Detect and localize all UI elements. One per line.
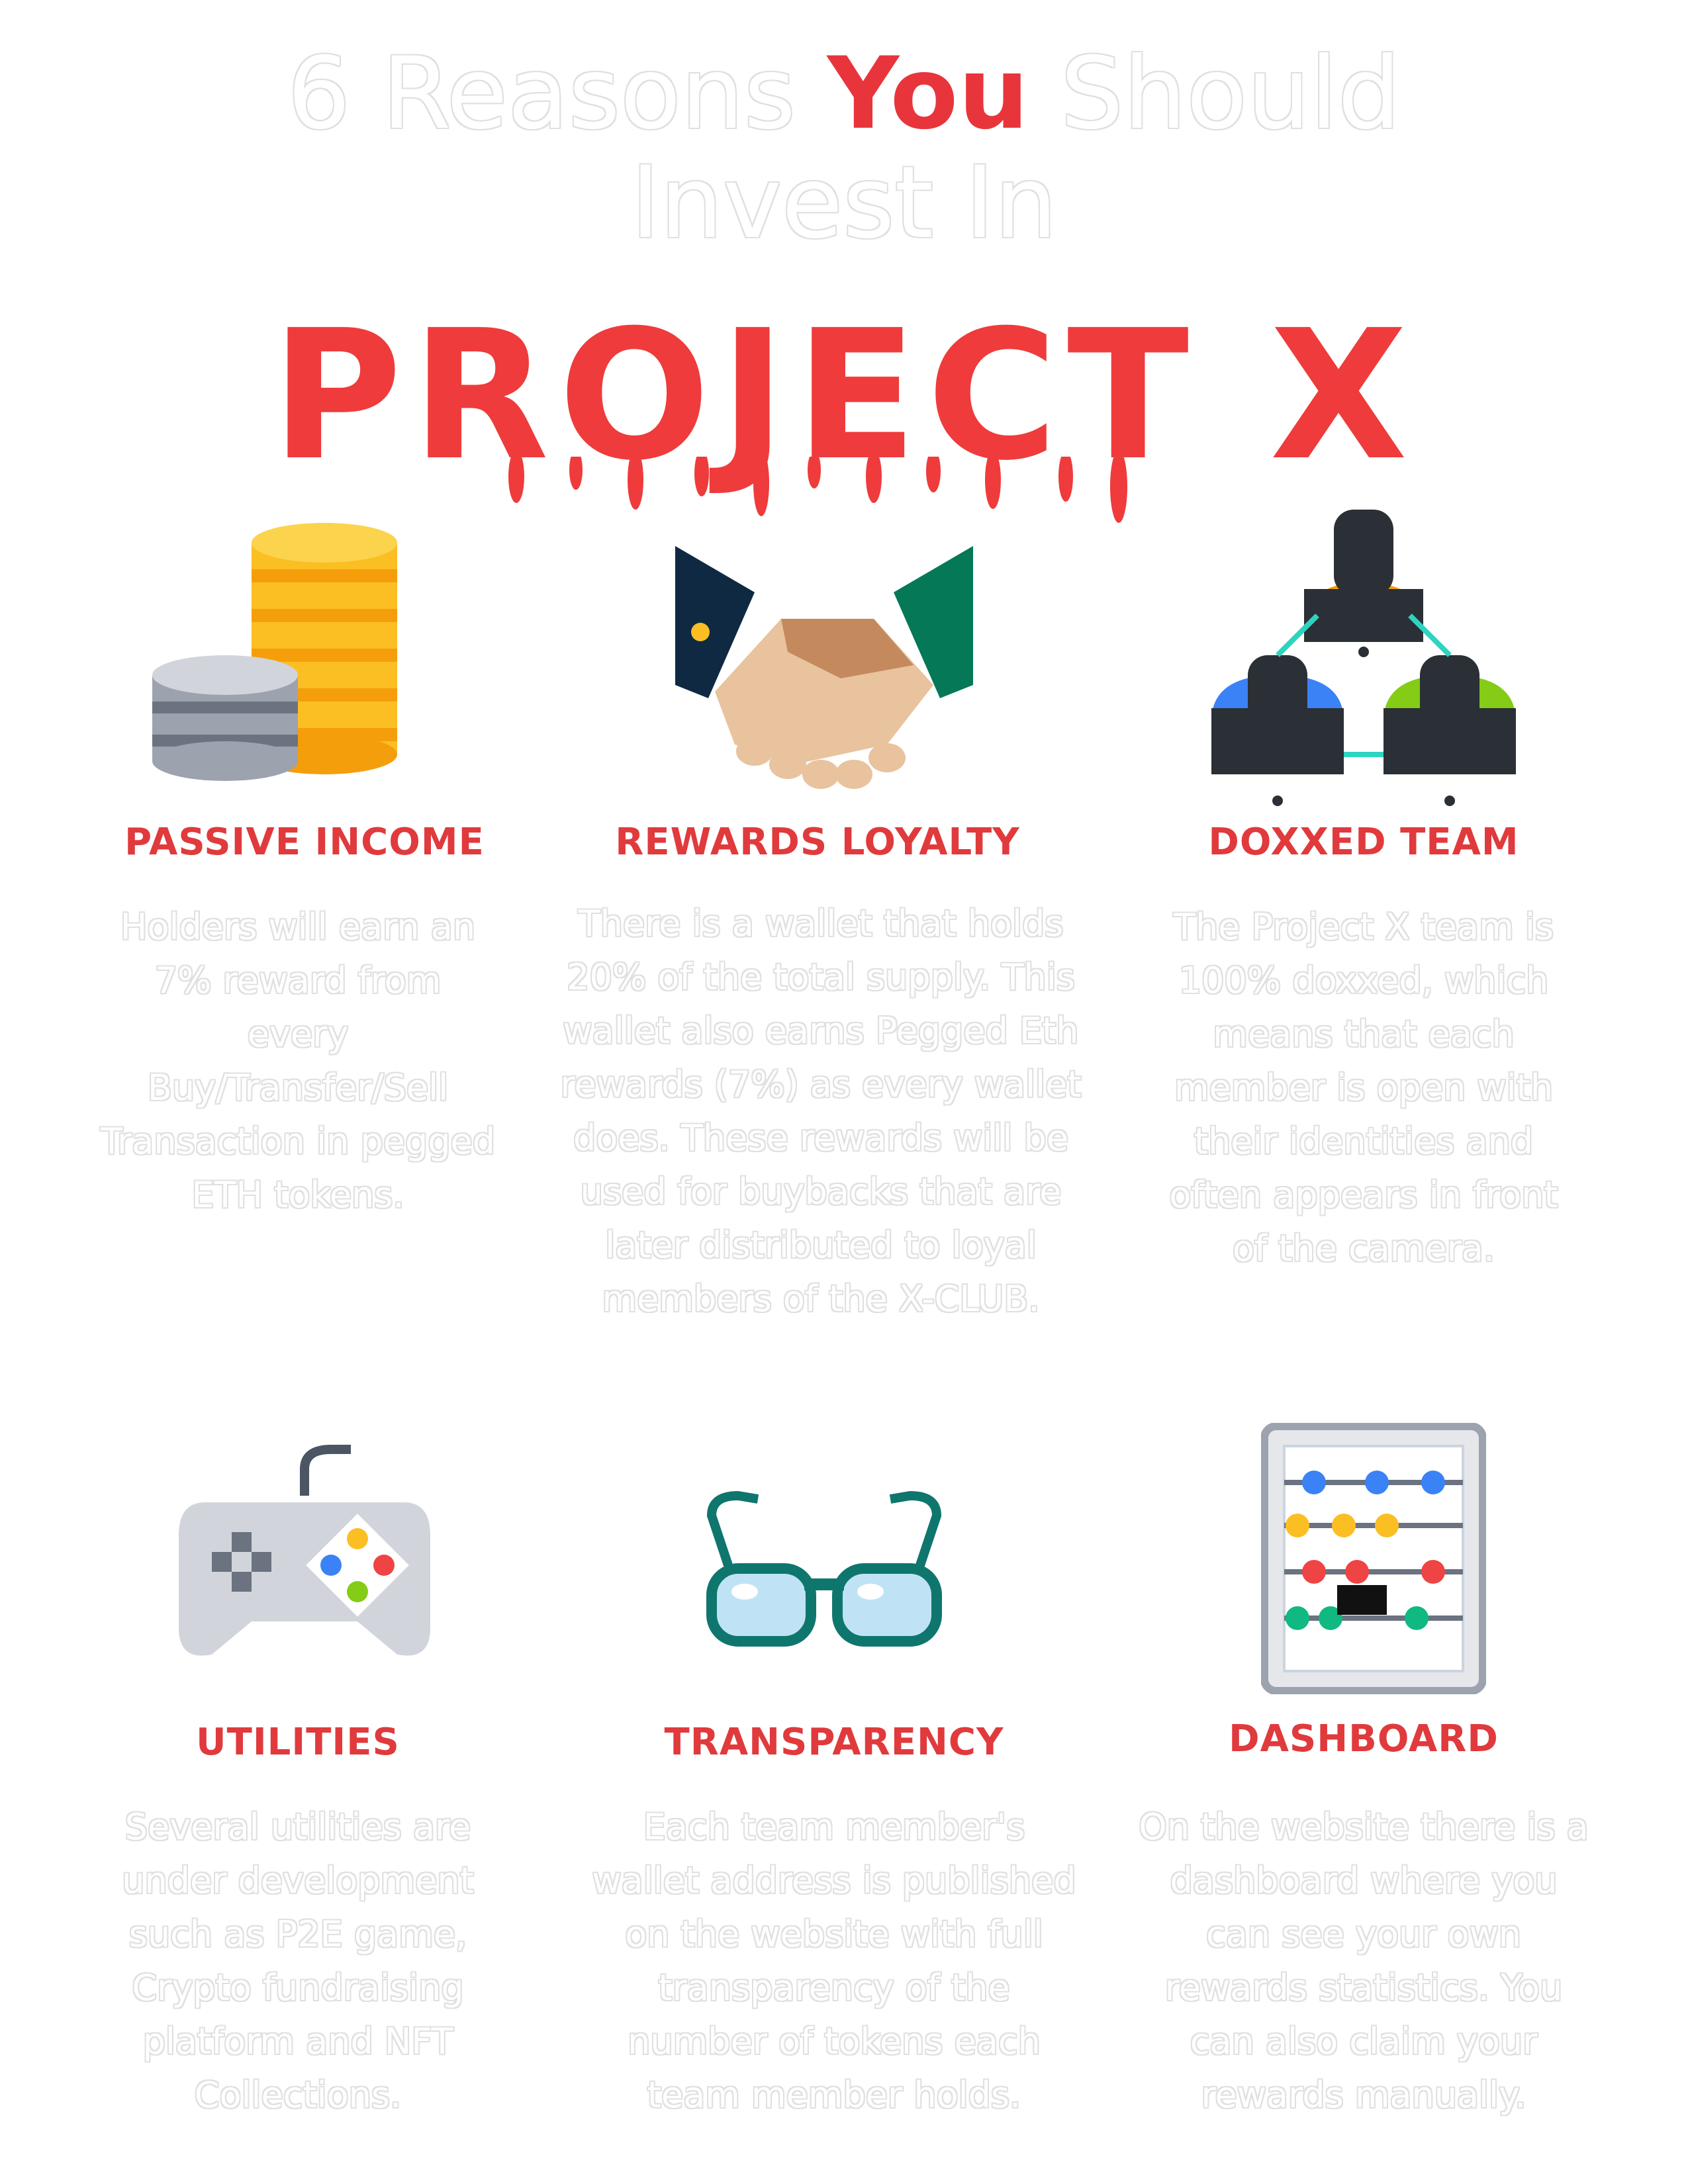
feature-body-passive-income: Holders will earn an 7% reward from ever… — [100, 906, 496, 1216]
glasses-icon — [706, 1490, 942, 1647]
feature-title-dashboard: DASHBOARD — [1229, 1717, 1499, 1760]
feature-title-utilities: UTILITIES — [196, 1721, 400, 1764]
gamepad-icon — [179, 1445, 430, 1656]
feature-body-dashboard: On the website there is a dashboard wher… — [1139, 1806, 1589, 2116]
drip-decoration — [508, 457, 1127, 523]
handshake-icon — [675, 546, 973, 789]
headline: 6 Reasons You Should Invest In — [0, 40, 1688, 258]
coins-icon — [152, 523, 397, 781]
brand-logo: PROJECT X — [0, 291, 1688, 523]
feature-title-passive-income: PASSIVE INCOME — [124, 821, 485, 864]
abacus-icon — [1261, 1423, 1486, 1694]
feature-title-doxxed-team: DOXXED TEAM — [1208, 821, 1519, 864]
headline-line2: Invest In — [630, 146, 1058, 261]
feature-body-transparency: Each team member's wallet address is pub… — [592, 1806, 1076, 2116]
team-icon — [1211, 510, 1516, 806]
feature-body-rewards-loyalty: There is a wallet that holds 20% of the … — [560, 903, 1082, 1320]
headline-part2: Should — [1029, 36, 1401, 152]
feature-body-doxxed-team: The Project X team is 100% doxxed, which… — [1169, 906, 1558, 1269]
feature-title-transparency: TRANSPARENCY — [664, 1721, 1004, 1764]
feature-body-utilities: Several utilities are under development … — [122, 1806, 474, 2116]
headline-accent: You — [827, 36, 1029, 152]
headline-part1: 6 Reasons — [287, 36, 827, 152]
feature-title-rewards-loyalty: REWARDS LOYALTY — [615, 821, 1020, 864]
